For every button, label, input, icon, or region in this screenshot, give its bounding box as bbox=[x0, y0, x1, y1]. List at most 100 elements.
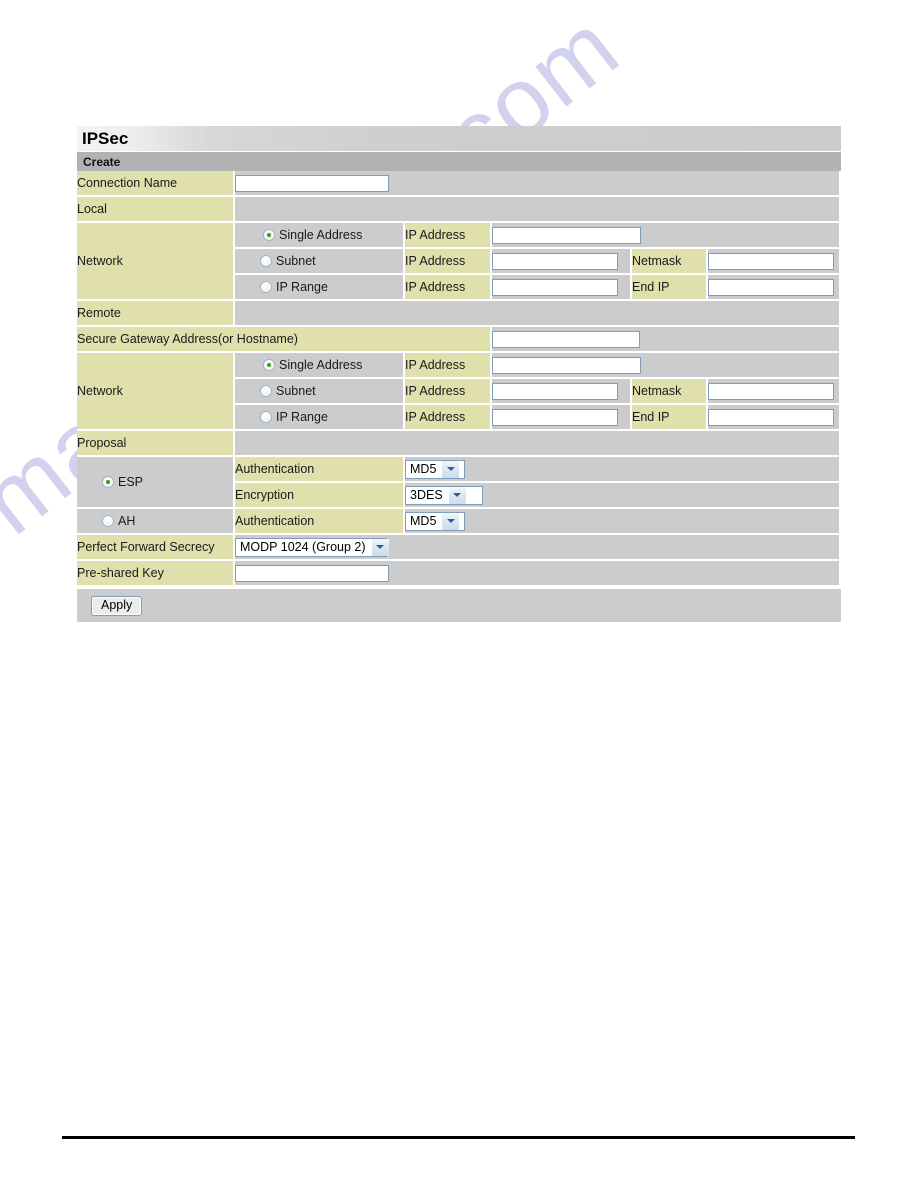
row-local-single-address: Network Single Address IP Address bbox=[77, 223, 842, 301]
apply-row: Apply bbox=[77, 587, 841, 622]
label-remote-netmask: Netmask bbox=[632, 379, 708, 405]
label-local-ip-address-2: IP Address bbox=[405, 249, 492, 275]
radio-icon-remote-subnet[interactable] bbox=[260, 385, 272, 397]
row-remote-header: Remote bbox=[77, 301, 842, 327]
row-perfect-forward-secrecy: Perfect Forward Secrecy MODP 1024 (Group… bbox=[77, 535, 842, 561]
label-remote-ip-address-2: IP Address bbox=[405, 379, 492, 405]
cell-remote-ip-1 bbox=[492, 353, 842, 379]
label-esp-authentication: Authentication bbox=[235, 457, 405, 483]
page-title-bar: IPSec bbox=[77, 126, 841, 151]
radio-icon-remote-single-address[interactable] bbox=[263, 359, 275, 371]
label-local-network: Network bbox=[77, 223, 235, 301]
label-ah-authentication: Authentication bbox=[235, 509, 405, 535]
label-secure-gateway: Secure Gateway Address(or Hostname) bbox=[77, 327, 492, 353]
chevron-down-icon[interactable] bbox=[441, 512, 460, 530]
page-footer-rule bbox=[62, 1136, 855, 1139]
cell-local-netmask bbox=[708, 249, 842, 275]
label-esp-encryption: Encryption bbox=[235, 483, 405, 509]
radio-icon-local-ip-range[interactable] bbox=[260, 281, 272, 293]
local-end-ip-input[interactable] bbox=[708, 278, 834, 296]
radio-icon-esp[interactable] bbox=[102, 476, 114, 488]
remote-radio-ip-range[interactable]: IP Range bbox=[235, 405, 405, 431]
label-preshared-key: Pre-shared Key bbox=[77, 561, 235, 587]
cell-local-ip-3 bbox=[492, 275, 632, 301]
cell-remote-ip-2 bbox=[492, 379, 632, 405]
label-connection-name: Connection Name bbox=[77, 171, 235, 197]
perfect-forward-secrecy-select[interactable]: MODP 1024 (Group 2) bbox=[235, 537, 389, 557]
cell-local-end-ip bbox=[708, 275, 842, 301]
ipsec-form-table: Connection Name Local Network Single Add… bbox=[77, 171, 842, 587]
ah-authentication-value: MD5 bbox=[410, 513, 437, 528]
local-ip-range-label: IP Range bbox=[276, 280, 328, 294]
local-ip-address-input-3[interactable] bbox=[492, 278, 618, 296]
label-local-ip-address-1: IP Address bbox=[405, 223, 492, 249]
cell-local-blank bbox=[235, 197, 842, 223]
row-local-header: Local bbox=[77, 197, 842, 223]
radio-icon-remote-ip-range[interactable] bbox=[260, 411, 272, 423]
preshared-key-input[interactable] bbox=[235, 564, 389, 582]
row-remote-single-address: Network Single Address IP Address bbox=[77, 353, 842, 431]
remote-ip-address-input-3[interactable] bbox=[492, 408, 618, 426]
label-local-netmask: Netmask bbox=[632, 249, 708, 275]
label-remote-ip-address-1: IP Address bbox=[405, 353, 492, 379]
label-local-ip-address-3: IP Address bbox=[405, 275, 492, 301]
local-netmask-input[interactable] bbox=[708, 252, 834, 270]
cell-pfs-select: MODP 1024 (Group 2) bbox=[235, 535, 842, 561]
label-remote-network: Network bbox=[77, 353, 235, 431]
chevron-down-icon[interactable] bbox=[370, 538, 389, 556]
radio-icon-local-subnet[interactable] bbox=[260, 255, 272, 267]
label-proposal: Proposal bbox=[77, 431, 235, 457]
row-secure-gateway: Secure Gateway Address(or Hostname) bbox=[77, 327, 842, 353]
cell-preshared-key-input bbox=[235, 561, 842, 587]
esp-encryption-value: 3DES bbox=[410, 487, 443, 502]
remote-radio-single-address[interactable]: Single Address bbox=[235, 353, 405, 379]
local-ip-address-input-1[interactable] bbox=[492, 226, 641, 244]
row-preshared-key: Pre-shared Key bbox=[77, 561, 842, 587]
esp-radio-cell[interactable]: ESP bbox=[77, 457, 235, 509]
remote-end-ip-input[interactable] bbox=[708, 408, 834, 426]
label-perfect-forward-secrecy: Perfect Forward Secrecy bbox=[77, 535, 235, 561]
cell-remote-end-ip bbox=[708, 405, 842, 431]
radio-icon-ah[interactable] bbox=[102, 515, 114, 527]
remote-ip-address-input-1[interactable] bbox=[492, 356, 641, 374]
cell-ah-authentication-select: MD5 bbox=[405, 509, 842, 535]
esp-encryption-select[interactable]: 3DES bbox=[405, 485, 483, 505]
ipsec-panel: IPSec Create Connection Name Local Netwo… bbox=[77, 126, 842, 622]
local-radio-single-address[interactable]: Single Address bbox=[235, 223, 405, 249]
cell-remote-ip-3 bbox=[492, 405, 632, 431]
cell-remote-blank bbox=[235, 301, 842, 327]
remote-single-address-label: Single Address bbox=[279, 358, 363, 372]
chevron-down-icon[interactable] bbox=[447, 486, 466, 504]
esp-authentication-select[interactable]: MD5 bbox=[405, 459, 465, 479]
cell-esp-authentication-select: MD5 bbox=[405, 457, 842, 483]
cell-secure-gateway-input bbox=[492, 327, 842, 353]
perfect-forward-secrecy-value: MODP 1024 (Group 2) bbox=[240, 539, 366, 554]
local-single-address-label: Single Address bbox=[279, 228, 363, 242]
remote-ip-range-label: IP Range bbox=[276, 410, 328, 424]
ah-radio-cell[interactable]: AH bbox=[77, 509, 235, 535]
remote-netmask-input[interactable] bbox=[708, 382, 834, 400]
local-ip-address-input-2[interactable] bbox=[492, 252, 618, 270]
row-ah-authentication: AH Authentication MD5 bbox=[77, 509, 842, 535]
cell-local-ip-1 bbox=[492, 223, 842, 249]
local-subnet-label: Subnet bbox=[276, 254, 316, 268]
local-radio-ip-range[interactable]: IP Range bbox=[235, 275, 405, 301]
label-remote-end-ip: End IP bbox=[632, 405, 708, 431]
cell-esp-encryption-select: 3DES bbox=[405, 483, 842, 509]
local-radio-subnet[interactable]: Subnet bbox=[235, 249, 405, 275]
radio-icon-local-single-address[interactable] bbox=[263, 229, 275, 241]
chevron-down-icon[interactable] bbox=[441, 460, 460, 478]
label-remote: Remote bbox=[77, 301, 235, 327]
section-header-create: Create bbox=[77, 151, 841, 171]
remote-subnet-label: Subnet bbox=[276, 384, 316, 398]
remote-radio-subnet[interactable]: Subnet bbox=[235, 379, 405, 405]
cell-connection-name-input bbox=[235, 171, 842, 197]
secure-gateway-input[interactable] bbox=[492, 330, 640, 348]
cell-local-ip-2 bbox=[492, 249, 632, 275]
row-esp-authentication: ESP Authentication MD5 bbox=[77, 457, 842, 509]
remote-ip-address-input-2[interactable] bbox=[492, 382, 618, 400]
connection-name-input[interactable] bbox=[235, 174, 389, 192]
apply-button[interactable]: Apply bbox=[91, 595, 143, 616]
ah-authentication-select[interactable]: MD5 bbox=[405, 511, 465, 531]
cell-proposal-blank bbox=[235, 431, 842, 457]
